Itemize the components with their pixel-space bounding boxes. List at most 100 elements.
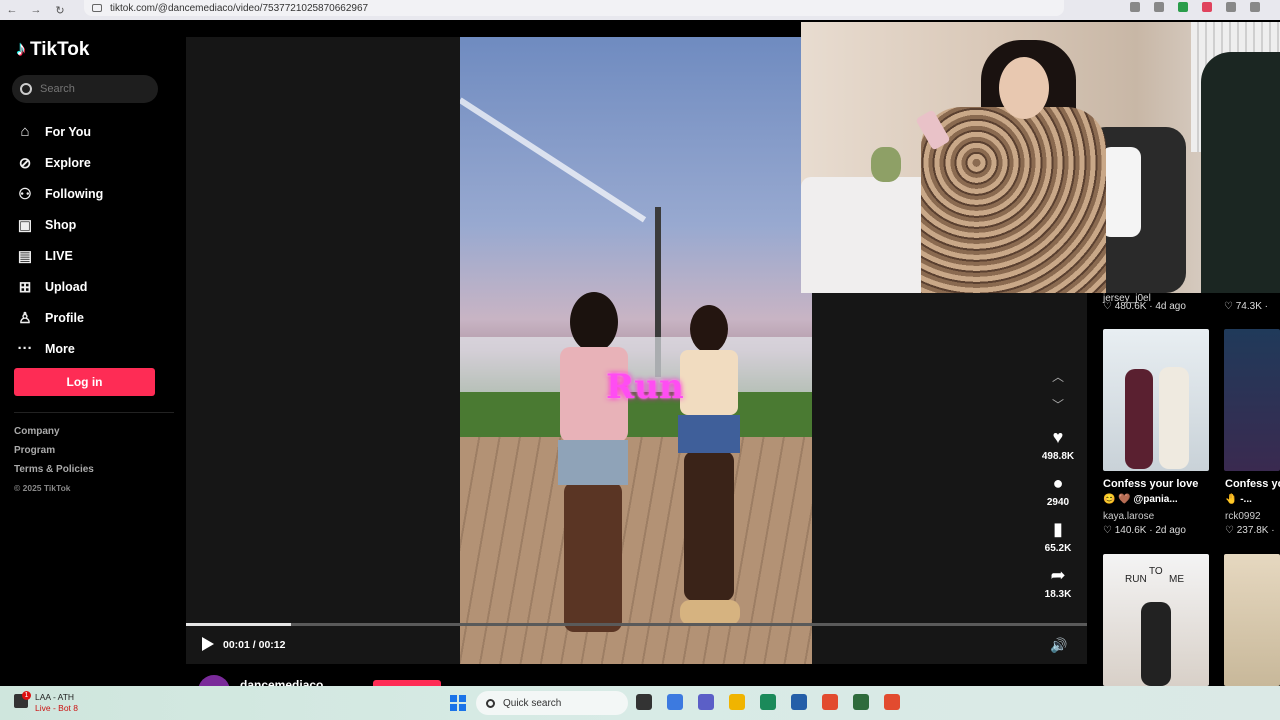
sidebar-item-live[interactable]: ▤ LIVE [16, 240, 103, 271]
video-thumbnail[interactable] [1224, 554, 1280, 686]
sidebar-item-explore[interactable]: ⊘ Explore [16, 147, 103, 178]
comment-icon: ● [1052, 473, 1064, 493]
edge-icon[interactable] [760, 694, 776, 710]
chevron-up-icon[interactable]: ︿ [1052, 368, 1064, 385]
upload-icon: ⊞ [18, 278, 32, 296]
profile-icon[interactable] [1250, 2, 1260, 12]
sidebar-item-label: Shop [45, 217, 77, 232]
sidebar-item-label: LIVE [45, 248, 73, 263]
address-bar[interactable]: tiktok.com/@dancemediaco/video/753772102… [84, 0, 1064, 16]
search-input[interactable] [40, 83, 140, 95]
following-icon: ⚇ [18, 185, 32, 203]
sidebar-item-profile[interactable]: ♙ Profile [16, 302, 103, 333]
widget-score[interactable]: LAA - ATH [35, 692, 74, 702]
site-info-icon[interactable] [92, 4, 102, 12]
copyright: © 2025 TikTok [14, 483, 71, 493]
footer-link-company[interactable]: Company [14, 426, 94, 445]
search-icon [486, 698, 495, 708]
extension-icon[interactable] [1202, 2, 1212, 12]
sidebar-item-label: More [45, 341, 75, 356]
star-icon[interactable] [1154, 2, 1164, 12]
video-thumbnail[interactable] [1103, 329, 1209, 471]
bookmark-icon: ▮ [1053, 519, 1063, 539]
search-icon [20, 83, 32, 95]
task-view-icon[interactable] [636, 694, 652, 710]
sidebar: ♪ TikTok ⌂ For You ⊘ Explore ⚇ Following… [0, 20, 186, 686]
app-icon[interactable] [853, 694, 869, 710]
progress-track[interactable] [186, 623, 1087, 626]
extension-icon[interactable] [1178, 2, 1188, 12]
card-title[interactable]: Confess your love [1103, 478, 1198, 490]
windows-start-icon[interactable] [450, 695, 466, 711]
sidebar-item-upload[interactable]: ⊞ Upload [16, 271, 103, 302]
recommended-column: jersey_j0el ♡ 480.6K · 4d ago ♡ 74.3K · … [1087, 293, 1280, 686]
play-icon[interactable] [202, 637, 214, 651]
shop-icon: ▣ [17, 216, 33, 234]
card-title[interactable]: Confess yo [1225, 478, 1280, 490]
like-button[interactable]: ♥ 498.8K [1040, 426, 1076, 462]
compass-icon: ⊘ [18, 154, 32, 172]
sidebar-item-following[interactable]: ⚇ Following [16, 178, 103, 209]
footer-link-terms[interactable]: Terms & Policies [14, 464, 94, 483]
browser-extension-icons [1130, 2, 1260, 12]
cast-icon[interactable] [1130, 2, 1140, 12]
sidebar-menu: ⌂ For You ⊘ Explore ⚇ Following ▣ Shop ▤… [16, 116, 104, 364]
share-button[interactable]: ➦ 18.3K [1040, 564, 1076, 600]
card-stats: ♡ 140.6K · 2d ago [1103, 525, 1186, 536]
card-subtitle: 😊 🤎 @pania... [1103, 494, 1178, 505]
taskbar-search-placeholder: Quick search [503, 697, 562, 709]
search-box[interactable] [12, 75, 158, 103]
file-explorer-icon[interactable] [729, 694, 745, 710]
card-subtitle: 🤚 -... [1225, 494, 1252, 505]
reload-icon[interactable]: ↻ [48, 4, 72, 17]
url-text: tiktok.com/@dancemediaco/video/753772102… [110, 2, 369, 14]
chrome-icon[interactable] [822, 694, 838, 710]
volume-icon[interactable]: 🔊 [1050, 637, 1067, 654]
timecode: 00:01 / 00:12 [223, 639, 286, 651]
card-author[interactable]: rck0992 [1225, 511, 1261, 522]
back-icon[interactable]: ← [0, 4, 24, 16]
sidebar-item-label: Profile [45, 310, 84, 325]
comment-count: 2940 [1046, 497, 1070, 508]
video-text-overlay: Run [606, 367, 684, 407]
card-stats: ♡ 74.3K · [1224, 301, 1268, 312]
forward-icon[interactable]: → [24, 4, 48, 16]
comment-button[interactable]: ● 2940 [1040, 472, 1076, 508]
video-frame[interactable]: Run [460, 37, 812, 664]
video-thumbnail[interactable] [1224, 329, 1280, 471]
sidebar-item-for-you[interactable]: ⌂ For You [16, 116, 103, 147]
tiktok-logo[interactable]: ♪ TikTok [16, 38, 89, 61]
live-icon: ▤ [17, 247, 33, 265]
widget-status: Live - Bot 8 [35, 703, 78, 713]
login-button[interactable]: Log in [14, 368, 155, 396]
sidebar-item-more[interactable]: ··· More [16, 333, 103, 364]
chrome-profile-icon[interactable] [884, 694, 900, 710]
card-author[interactable]: kaya.larose [1103, 511, 1154, 522]
card-stats: ♡ 480.6K · 4d ago [1103, 301, 1186, 312]
profile-icon: ♙ [18, 309, 32, 327]
puzzle-icon[interactable] [1226, 2, 1236, 12]
copilot-icon[interactable] [667, 694, 683, 710]
taskbar-apps [636, 694, 900, 710]
thumbnail-text: TO [1149, 566, 1163, 577]
dancer-right [670, 305, 750, 635]
like-count: 498.8K [1041, 451, 1075, 462]
sidebar-item-shop[interactable]: ▣ Shop [16, 209, 103, 240]
more-icon: ··· [17, 340, 33, 357]
save-count: 65.2K [1044, 543, 1072, 554]
teams-icon[interactable] [698, 694, 714, 710]
sidebar-item-label: Following [45, 186, 104, 201]
chevron-down-icon[interactable]: ﹀ [1052, 396, 1064, 413]
notification-badge: 1 [22, 691, 31, 700]
home-icon: ⌂ [20, 123, 30, 140]
footer-link-program[interactable]: Program [14, 445, 94, 464]
store-icon[interactable] [791, 694, 807, 710]
save-button[interactable]: ▮ 65.2K [1040, 518, 1076, 554]
video-thumbnail[interactable]: RUN TO ME [1103, 554, 1209, 686]
share-count: 18.3K [1044, 589, 1072, 600]
tiktok-note-icon: ♪ [16, 38, 26, 60]
heart-icon: ♥ [1052, 427, 1064, 447]
taskbar-search[interactable]: Quick search [476, 691, 628, 715]
progress-fill [186, 623, 292, 626]
windows-taskbar: 1 LAA - ATH Live - Bot 8 Quick search [0, 686, 1280, 720]
